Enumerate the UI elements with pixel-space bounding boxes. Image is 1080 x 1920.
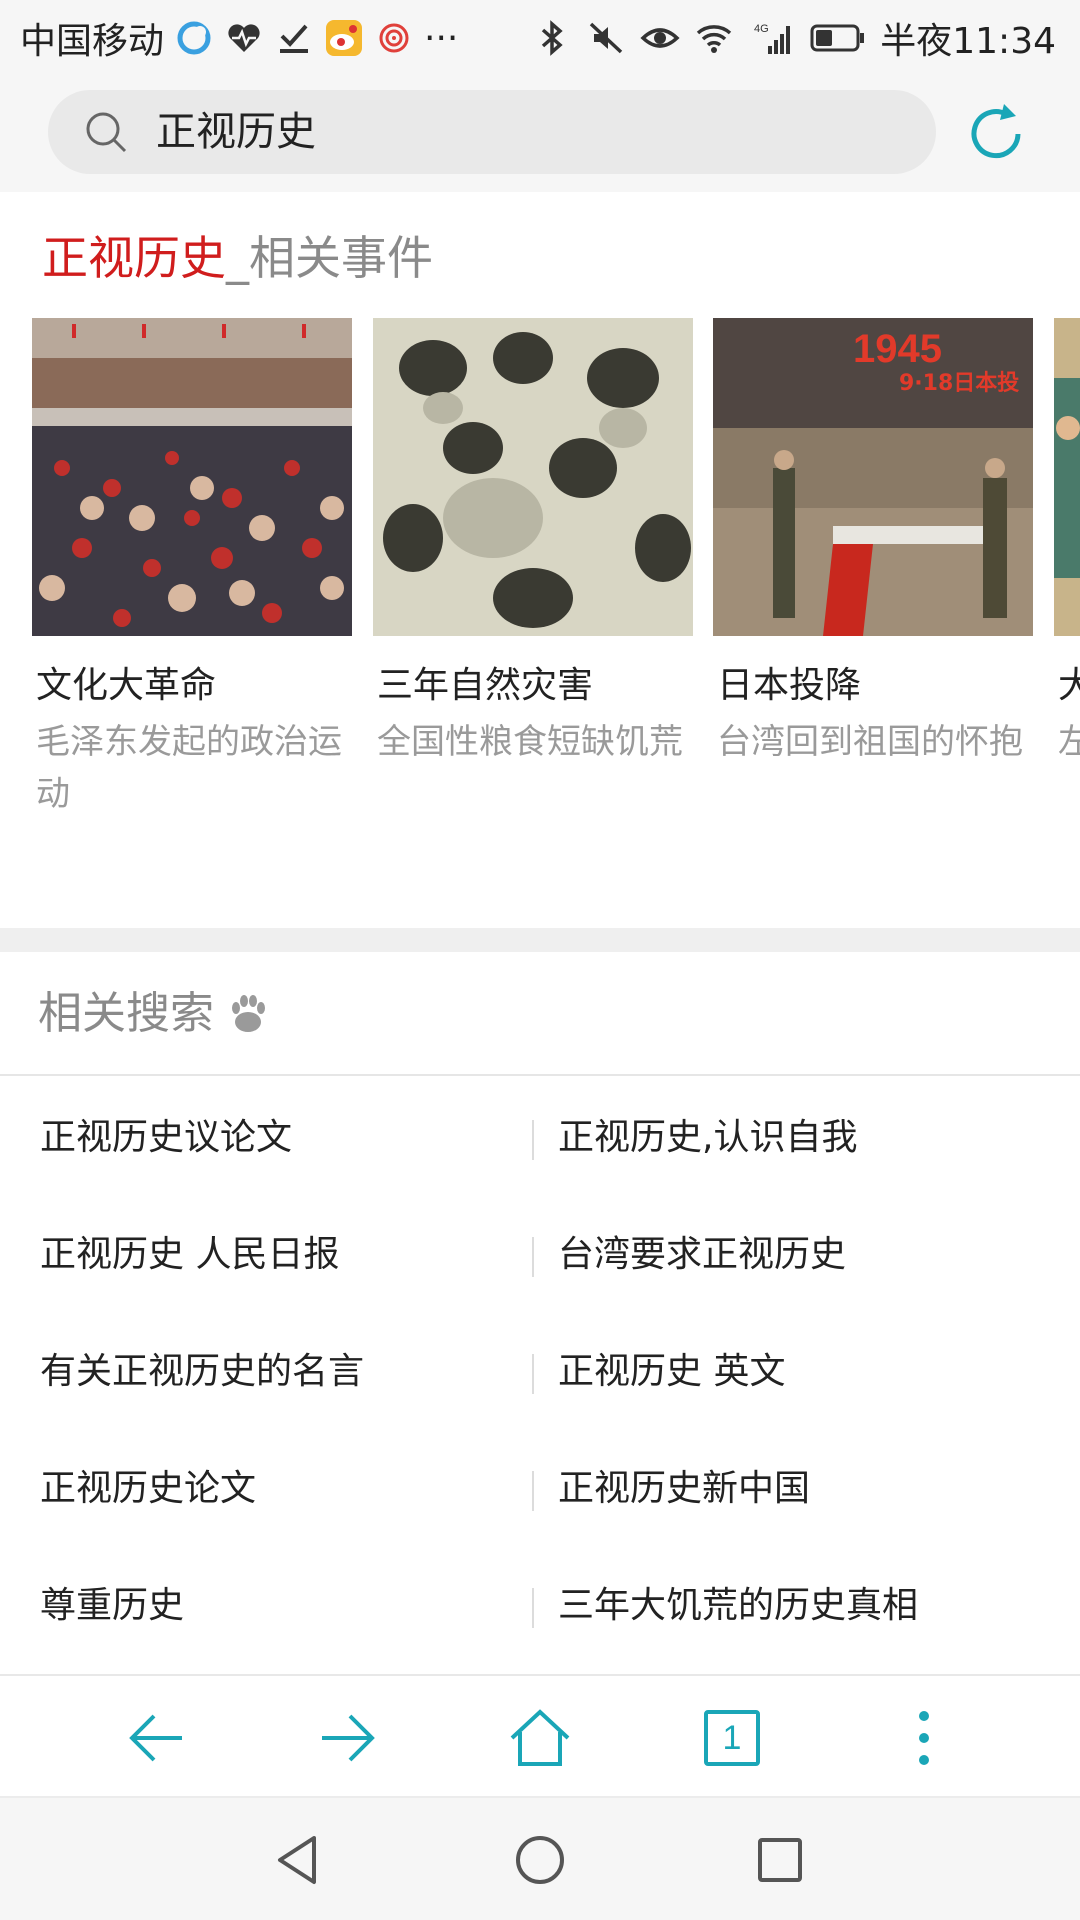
event-card[interactable]: 大 左 (1054, 318, 1080, 768)
event-desc: 台湾回到祖国的怀抱 (717, 722, 1023, 762)
search-query: 正视历史 (156, 109, 316, 155)
event-image-famine (373, 318, 693, 636)
search-icon (86, 112, 127, 153)
event-image-partial (1054, 318, 1080, 636)
related-search-link[interactable]: 台湾要求正视历史 (558, 1227, 846, 1283)
refresh-icon[interactable] (960, 98, 1032, 170)
event-title: 文化大革命 (36, 665, 217, 706)
image-caption-year: 1945 (853, 327, 942, 371)
tabs-button[interactable]: 1 (704, 1710, 760, 1766)
related-search-link[interactable]: 尊重历史 (40, 1578, 184, 1634)
app-swirl-icon (379, 23, 409, 53)
status-bar-left: 中国移动 ··· (20, 12, 458, 64)
column-separator (532, 1354, 534, 1394)
column-separator (532, 1120, 534, 1160)
status-bar-right: 4G 半夜11:34 (532, 12, 1056, 64)
related-search-link[interactable]: 正视历史新中国 (558, 1461, 810, 1517)
image-caption-line: 9·18日本投 (899, 371, 1019, 396)
related-search-link[interactable]: 正视历史议论文 (40, 1110, 292, 1166)
related-search-link[interactable]: 正视历史,认识自我 (558, 1110, 857, 1166)
column-separator (532, 1471, 534, 1511)
events-keyword: 正视历史 (42, 231, 226, 285)
related-row: 尊重历史 三年大饥荒的历史真相 (0, 1548, 1080, 1665)
bluetooth-icon (542, 20, 563, 56)
download-done-icon (280, 24, 309, 53)
related-search-heading: 相关搜索 (38, 988, 214, 1039)
events-carousel[interactable]: 文化大革命 毛泽东发起的政治运动 三年自然灾害 全国性粮食短缺饥荒 1945 9… (0, 318, 1080, 818)
related-search-link[interactable]: 有关正视历史的名言 (40, 1344, 364, 1400)
column-separator (532, 1588, 534, 1628)
nav-recents-icon[interactable] (752, 1832, 808, 1888)
back-arrow-icon[interactable] (124, 1706, 188, 1770)
network-type-label: 4G (754, 23, 769, 35)
column-separator (532, 1237, 534, 1277)
event-title: 三年自然灾害 (377, 665, 594, 706)
baidu-paw-icon (232, 995, 265, 1032)
nav-back-icon[interactable] (270, 1832, 326, 1888)
battery-icon (810, 24, 865, 52)
search-header: 正视历史 (0, 76, 1080, 192)
event-card[interactable]: 1945 9·18日本投 日本投降 台湾回到祖国的怀抱 (713, 318, 1033, 768)
related-search-list: 正视历史议论文 正视历史,认识自我 正视历史 人民日报 台湾要求正视历史 有关正… (0, 1080, 1080, 1665)
event-desc: 全国性粮食短缺饥荒 (377, 722, 683, 762)
carrier-label: 中国移动 (20, 21, 165, 62)
related-search-link[interactable]: 正视历史论文 (40, 1461, 256, 1517)
related-row: 正视历史论文 正视历史新中国 (0, 1431, 1080, 1548)
weibo-icon (326, 20, 363, 56)
sync-notification-icon (177, 21, 211, 55)
related-header-separator (0, 1074, 1080, 1076)
related-row: 正视历史议论文 正视历史,认识自我 (0, 1080, 1080, 1197)
search-input[interactable]: 正视历史 (48, 90, 936, 174)
mute-icon (590, 22, 623, 54)
related-search-link[interactable]: 正视历史 英文 (558, 1344, 785, 1400)
events-section-title: 正视历史_相关事件 (42, 228, 433, 288)
event-desc: 毛泽东发起的政治运动 (36, 722, 342, 814)
event-card[interactable]: 三年自然灾害 全国性粮食短缺饥荒 (373, 318, 693, 768)
health-heart-icon (228, 24, 260, 52)
related-search-title: 相关搜索 (38, 984, 270, 1044)
event-desc: 左 (1058, 722, 1080, 762)
related-search-link[interactable]: 三年大饥荒的历史真相 (558, 1578, 918, 1634)
browser-toolbar: 1 (0, 1674, 1080, 1796)
event-card[interactable]: 文化大革命 毛泽东发起的政治运动 (32, 318, 352, 818)
signal-icon: 4G (754, 23, 791, 54)
section-divider (0, 928, 1080, 952)
clock: 半夜11:34 (880, 21, 1056, 62)
forward-arrow-icon[interactable] (316, 1706, 380, 1770)
event-title: 大 (1058, 665, 1080, 706)
status-bar: 中国移动 ··· 4G 半夜11:34 (0, 0, 1080, 76)
more-menu-icon[interactable] (892, 1706, 956, 1770)
home-icon[interactable] (508, 1706, 572, 1770)
event-title: 日本投降 (717, 665, 862, 706)
related-row: 有关正视历史的名言 正视历史 英文 (0, 1314, 1080, 1431)
related-search-link[interactable]: 正视历史 人民日报 (40, 1227, 339, 1283)
system-navigation-bar (0, 1796, 1080, 1920)
events-suffix: _相关事件 (226, 231, 433, 285)
nav-home-icon[interactable] (512, 1832, 568, 1888)
event-image-cultural-revolution (32, 318, 352, 636)
wifi-icon (697, 25, 732, 53)
related-row: 正视历史 人民日报 台湾要求正视历史 (0, 1197, 1080, 1314)
eye-comfort-icon (640, 28, 680, 48)
more-notifications: ··· (424, 17, 459, 59)
event-image-japan-surrender: 1945 9·18日本投 (713, 318, 1033, 636)
